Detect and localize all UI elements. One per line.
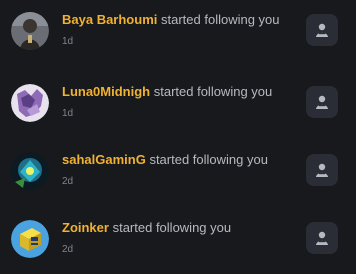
notification-action: started following you — [153, 84, 273, 99]
notification-list: Baya Barhoumi started following you 1d L… — [0, 0, 356, 274]
notification-item[interactable]: Zoinker started following you 2d — [0, 214, 356, 274]
timestamp: 2d — [62, 176, 74, 187]
username[interactable]: Baya Barhoumi — [62, 12, 157, 27]
notification-item[interactable]: Baya Barhoumi started following you 1d — [0, 6, 356, 66]
notification-text: Zoinker started following you — [62, 219, 231, 236]
notification-text: Luna0Midnigh started following you — [62, 83, 272, 100]
username[interactable]: Zoinker — [62, 220, 109, 235]
avatar-gaming-icon — [11, 152, 49, 190]
user-profile-icon — [316, 231, 328, 245]
user-profile-icon — [316, 95, 328, 109]
notification-action: started following you — [112, 220, 232, 235]
username[interactable]: sahalGaminG — [62, 152, 146, 167]
notification-item[interactable]: sahalGaminG started following you 2d — [0, 146, 356, 206]
avatar-cube-icon — [11, 220, 49, 258]
notification-action: started following you — [149, 152, 268, 167]
avatar[interactable] — [11, 220, 49, 258]
avatar-figure-icon — [11, 12, 49, 50]
timestamp: 1d — [62, 36, 74, 47]
view-profile-button[interactable] — [306, 222, 338, 254]
notification-text: Baya Barhoumi started following you — [62, 11, 280, 28]
timestamp: 2d — [62, 244, 74, 255]
user-profile-icon — [316, 163, 328, 177]
timestamp: 1d — [62, 108, 74, 119]
view-profile-button[interactable] — [306, 86, 338, 118]
notification-item[interactable]: Luna0Midnigh started following you 1d — [0, 78, 356, 138]
view-profile-button[interactable] — [306, 154, 338, 186]
user-profile-icon — [316, 23, 328, 37]
avatar[interactable] — [11, 152, 49, 190]
notification-text: sahalGaminG started following you — [62, 151, 268, 168]
notification-action: started following you — [161, 12, 280, 27]
view-profile-button[interactable] — [306, 14, 338, 46]
username[interactable]: Luna0Midnigh — [62, 84, 150, 99]
avatar[interactable] — [11, 12, 49, 50]
avatar[interactable] — [11, 84, 49, 122]
avatar-purple-art-icon — [11, 84, 49, 122]
